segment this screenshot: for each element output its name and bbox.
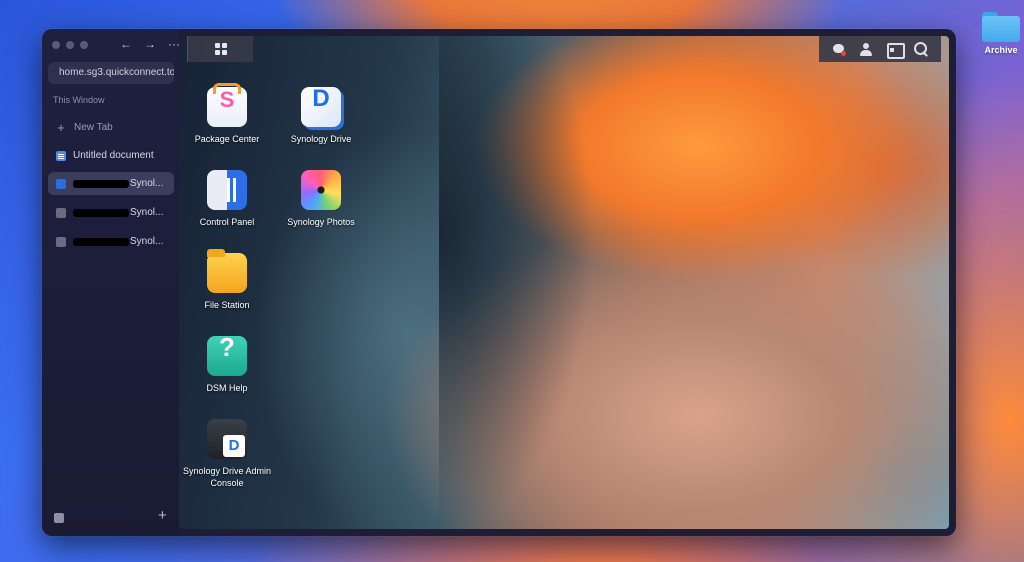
notifications-icon[interactable] — [832, 42, 846, 56]
new-tab-button[interactable]: + New Tab — [48, 116, 174, 139]
search-icon[interactable] — [914, 42, 928, 56]
nav-buttons: ← → ··· — [120, 37, 180, 51]
sidebar-section-label: This Window — [53, 95, 105, 105]
app-synology-photos[interactable]: Synology Photos — [275, 170, 367, 228]
dsm-tray — [819, 36, 941, 62]
app-label: Control Panel — [199, 217, 255, 227]
window-controls — [52, 41, 88, 49]
widgets-icon[interactable] — [886, 42, 905, 59]
app-label: Package Center — [194, 134, 260, 144]
dsm-icon — [56, 178, 66, 189]
browser-sidebar: ← → ··· home.sg3.quickconnect.to This Wi… — [42, 29, 180, 536]
app-label: Synology Drive — [290, 134, 352, 144]
folder-icon — [982, 10, 1020, 42]
desktop-archive-folder[interactable]: Archive — [978, 10, 1024, 55]
tab-label: Synol... — [130, 207, 164, 218]
app-synology-drive-admin-console[interactable]: Synology Drive Admin Console — [181, 419, 273, 489]
tab-untitled-document[interactable]: Untitled document — [48, 144, 174, 167]
main-menu-button[interactable] — [187, 36, 253, 62]
app-label: Synology Drive Admin Console — [182, 466, 272, 488]
app-control-panel[interactable]: Control Panel — [181, 170, 273, 228]
forward-arrow-icon[interactable]: → — [144, 37, 156, 51]
user-icon[interactable] — [859, 42, 873, 56]
app-file-station[interactable]: File Station — [181, 249, 273, 311]
add-tab-plus-icon[interactable]: + — [158, 507, 167, 524]
extensions-icon[interactable] — [54, 513, 64, 523]
app-label: DSM Help — [206, 383, 248, 393]
tab-synology-3[interactable]: Synol... — [48, 230, 174, 253]
package-center-icon — [207, 83, 247, 127]
tab-label: Synol... — [130, 178, 164, 189]
tab-label: Synol... — [130, 236, 164, 247]
address-bar[interactable]: home.sg3.quickconnect.to — [48, 62, 174, 84]
app-label: File Station — [204, 300, 250, 310]
new-tab-label: New Tab — [74, 122, 113, 133]
minimize-window-button[interactable] — [66, 41, 74, 49]
redacted-text — [73, 208, 129, 217]
desktop-folder-label: Archive — [984, 45, 1018, 55]
app-label: Synology Photos — [287, 217, 355, 227]
synology-photos-icon — [301, 170, 341, 210]
grid-menu-icon — [214, 43, 227, 55]
app-synology-drive[interactable]: Synology Drive — [275, 87, 367, 145]
plus-icon: + — [57, 120, 65, 135]
document-icon — [56, 150, 66, 161]
synology-drive-admin-icon — [207, 419, 247, 459]
redacted-text — [73, 179, 129, 188]
app-package-center[interactable]: Package Center — [181, 83, 273, 145]
synology-drive-icon — [301, 87, 341, 127]
tab-synology-2[interactable]: Synol... — [48, 201, 174, 224]
zoom-window-button[interactable] — [80, 41, 88, 49]
dsm-desktop: Package Center Synology Drive Control Pa… — [179, 36, 949, 529]
dsm-help-icon — [207, 336, 247, 376]
control-panel-icon — [207, 170, 247, 210]
browser-window: ← → ··· home.sg3.quickconnect.to This Wi… — [42, 29, 956, 536]
redacted-text — [73, 237, 129, 246]
app-dsm-help[interactable]: DSM Help — [181, 336, 273, 394]
file-station-icon — [207, 249, 247, 293]
page-icon — [56, 236, 66, 247]
page-icon — [56, 207, 66, 218]
tab-synology-active[interactable]: Synol... — [48, 172, 174, 195]
back-arrow-icon[interactable]: ← — [120, 37, 132, 51]
close-window-button[interactable] — [52, 41, 60, 49]
tab-label: Untitled document — [73, 150, 154, 161]
